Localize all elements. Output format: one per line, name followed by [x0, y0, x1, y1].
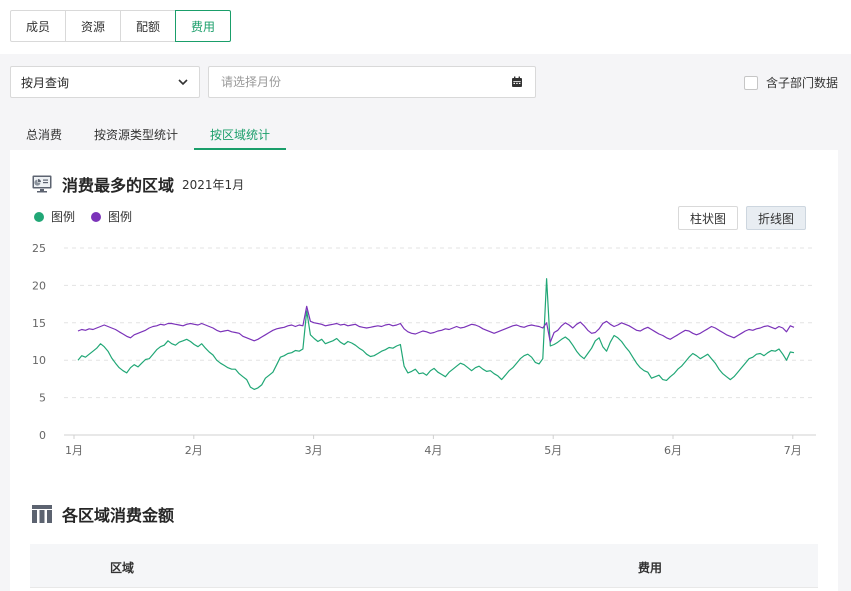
chart-section-title: 消费最多的区域 2021年1月	[32, 172, 244, 196]
x-tick-label: 5月	[544, 444, 562, 457]
table-section-title: 各区域消费金额	[32, 502, 174, 526]
monitor-chart-icon	[32, 175, 52, 193]
legend-label-purple: 图例	[108, 210, 133, 224]
x-tick-label: 1月	[65, 444, 83, 457]
chart-legend: 图例 图例	[34, 208, 132, 225]
tab-total-cost[interactable]: 总消费	[10, 118, 78, 150]
tab-by-resource-type[interactable]: 按资源类型统计	[78, 118, 194, 150]
top-segmented-tabs: 成员 资源 配额 费用	[10, 10, 231, 42]
calendar-icon[interactable]	[511, 76, 523, 88]
y-tick-label: 15	[32, 317, 46, 330]
tab-cost[interactable]: 费用	[175, 10, 231, 42]
chart-title: 消费最多的区域	[62, 176, 175, 195]
month-input[interactable]	[221, 75, 481, 89]
tab-members[interactable]: 成员	[10, 10, 66, 42]
top-bar: 成员 资源 配额 费用	[0, 0, 851, 54]
x-tick-label: 7月	[784, 444, 802, 457]
tab-quota[interactable]: 配额	[120, 10, 176, 42]
query-mode-value: 按月查询	[21, 75, 70, 90]
stat-tabs: 总消费 按资源类型统计 按区域统计	[10, 118, 287, 150]
include-sub-checkbox[interactable]	[744, 75, 758, 90]
tab-resources[interactable]: 资源	[65, 10, 121, 42]
table-title: 各区域消费金额	[62, 506, 175, 525]
y-tick-label: 25	[32, 242, 46, 255]
legend-dot-purple	[91, 211, 102, 222]
legend-item-purple[interactable]: 图例	[91, 208, 132, 225]
y-tick-label: 20	[32, 279, 46, 292]
tab-by-region[interactable]: 按区域统计	[194, 118, 287, 150]
series-line-purple	[77, 305, 795, 343]
x-tick-label: 2月	[185, 444, 203, 457]
column-cost: 费用	[638, 561, 663, 575]
line-chart-button[interactable]: 折线图	[746, 206, 806, 230]
legend-dot-green	[34, 211, 44, 222]
x-tick-label: 4月	[424, 444, 442, 457]
query-mode-select[interactable]: 按月查询	[10, 66, 200, 98]
legend-label-green: 图例	[51, 210, 76, 224]
include-sub-dept[interactable]: 含子部门数据	[744, 74, 838, 91]
month-picker[interactable]	[208, 66, 536, 98]
series-line-green	[77, 278, 795, 390]
chart-subtitle: 2021年1月	[182, 177, 245, 192]
y-tick-label: 5	[39, 392, 46, 405]
region-line-chart: 0 5 10 15 20 25 1月 2月 3月 4月 5月 6月 7月	[32, 242, 816, 457]
region-cost-table-header: 区域 费用	[30, 544, 818, 588]
include-sub-label: 含子部门数据	[766, 76, 839, 90]
x-tick-label: 3月	[305, 444, 323, 457]
y-tick-label: 0	[39, 429, 46, 442]
x-tick-label: 6月	[664, 444, 682, 457]
bar-chart-button[interactable]: 柱状图	[678, 206, 738, 230]
chevron-down-icon	[178, 79, 188, 86]
y-tick-label: 10	[32, 354, 46, 367]
table-icon	[32, 505, 52, 523]
column-region: 区域	[110, 561, 135, 575]
legend-item-green[interactable]: 图例	[34, 208, 75, 225]
region-stats-card: 消费最多的区域 2021年1月 图例 图例 柱状图 折线图 0 5 10 15 20 25…	[10, 150, 838, 591]
